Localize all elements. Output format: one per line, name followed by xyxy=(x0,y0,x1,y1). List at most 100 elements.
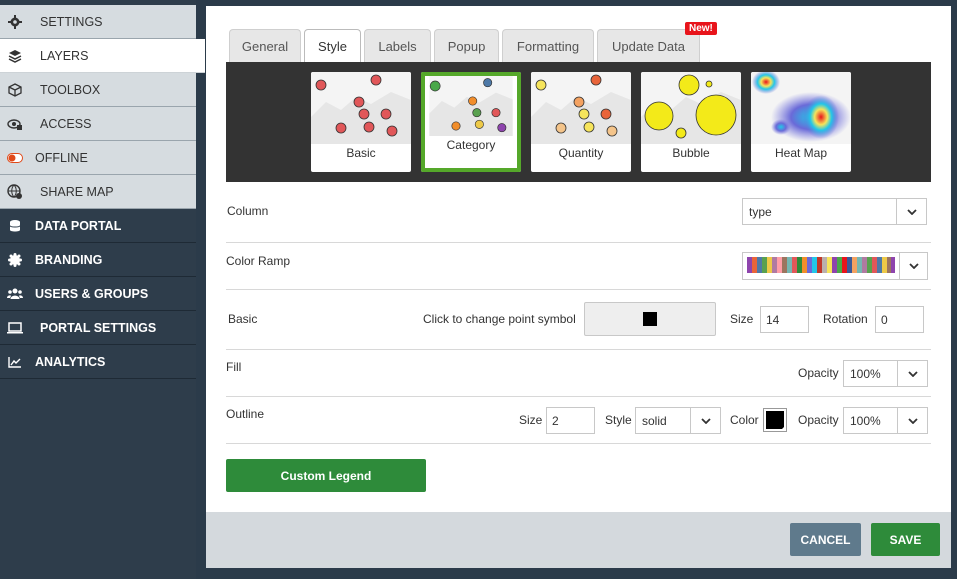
divider xyxy=(226,443,931,444)
divider xyxy=(226,242,931,243)
laptop-icon xyxy=(7,320,23,336)
tab-popup[interactable]: Popup xyxy=(434,29,499,62)
chevron-down-icon xyxy=(690,408,720,433)
tab-label: Popup xyxy=(447,38,486,54)
style-option-quantity[interactable]: Quantity xyxy=(531,72,631,172)
fill-opacity-value: 100% xyxy=(850,366,881,381)
basic-preview-image xyxy=(311,72,411,144)
point-symbol-button[interactable] xyxy=(584,302,716,336)
rotation-label: Rotation xyxy=(823,312,868,326)
outline-style-value: solid xyxy=(642,413,667,428)
outline-style-label: Style xyxy=(605,413,632,427)
sidebar-item-access[interactable]: ACCESS xyxy=(0,107,196,141)
outline-color-label: Color xyxy=(730,413,759,427)
divider xyxy=(226,349,931,350)
color-ramp-swatch xyxy=(743,253,899,280)
style-option-basic[interactable]: Basic xyxy=(311,72,411,172)
custom-legend-button[interactable]: Custom Legend xyxy=(226,459,426,492)
cancel-button[interactable]: CANCEL xyxy=(790,523,861,556)
divider xyxy=(226,289,931,290)
rotation-input[interactable]: 0 xyxy=(875,306,924,333)
fill-label: Fill xyxy=(226,360,242,374)
chevron-down-icon xyxy=(899,253,927,279)
tab-label: Labels xyxy=(378,38,417,54)
dropdown-corner-icon xyxy=(781,426,785,430)
badge-icon xyxy=(7,252,23,268)
sidebar-item-label: LAYERS xyxy=(40,48,89,63)
sidebar-item-toolbox[interactable]: TOOLBOX xyxy=(0,73,196,107)
chevron-down-icon xyxy=(897,408,927,433)
quantity-preview-image xyxy=(531,72,631,144)
basic-label: Basic xyxy=(228,312,258,326)
outline-opacity-label: Opacity xyxy=(798,413,839,427)
size-input[interactable]: 14 xyxy=(760,306,809,333)
sidebar-item-label: BRANDING xyxy=(35,252,103,267)
cube-icon xyxy=(7,82,23,98)
fill-opacity-label: Opacity xyxy=(798,366,839,380)
sidebar-item-data-portal[interactable]: DATA PORTAL xyxy=(0,209,196,243)
style-caption: Heat Map xyxy=(774,146,828,160)
outline-label: Outline xyxy=(226,407,265,421)
outline-opacity-value: 100% xyxy=(850,413,881,428)
sidebar-item-label: SETTINGS xyxy=(40,14,103,29)
fill-opacity-select[interactable]: 100% xyxy=(843,360,928,387)
sidebar-item-label: DATA PORTAL xyxy=(35,218,122,233)
sidebar-item-layers[interactable]: LAYERS xyxy=(0,39,206,73)
color-ramp-label: Color Ramp xyxy=(226,254,291,268)
sidebar-item-settings[interactable]: SETTINGS xyxy=(0,5,196,39)
sidebar-item-analytics[interactable]: ANALYTICS xyxy=(0,345,196,379)
heat-map-preview-image xyxy=(751,72,851,144)
save-button[interactable]: SAVE xyxy=(871,523,940,556)
sidebar-item-portal-settings[interactable]: PORTAL SETTINGS xyxy=(0,311,196,345)
bubble-preview-image xyxy=(641,72,741,144)
sidebar: SETTINGS LAYERS TOOLBOX ACCESS OFFLINE S… xyxy=(0,0,206,579)
sidebar-item-label: ACCESS xyxy=(40,116,92,131)
symbol-hint: Click to change point symbol xyxy=(423,312,576,326)
sidebar-item-label: OFFLINE xyxy=(35,150,88,165)
outline-style-select[interactable]: solid xyxy=(635,407,721,434)
sidebar-item-label: ANALYTICS xyxy=(35,354,106,369)
color-swatch-fill xyxy=(766,411,785,430)
style-caption: Basic xyxy=(346,146,376,160)
style-option-category[interactable]: Category xyxy=(421,72,521,172)
outline-size-label: Size xyxy=(519,413,543,427)
chevron-down-icon xyxy=(897,361,927,386)
sidebar-item-label: TOOLBOX xyxy=(40,82,101,97)
sidebar-item-users-groups[interactable]: USERS & GROUPS xyxy=(0,277,196,311)
sidebar-item-label: SHARE MAP xyxy=(40,184,114,199)
database-icon xyxy=(7,218,23,234)
outline-color-picker[interactable] xyxy=(763,408,787,432)
color-ramp-select[interactable] xyxy=(742,252,928,280)
sidebar-item-branding[interactable]: BRANDING xyxy=(0,243,196,277)
tab-style[interactable]: Style xyxy=(304,29,361,63)
color-ramp-gradient xyxy=(747,256,895,273)
style-option-heat-map[interactable]: Heat Map xyxy=(751,72,851,172)
style-option-bubble[interactable]: Bubble xyxy=(641,72,741,172)
new-badge: New! xyxy=(685,22,717,35)
outline-size-input[interactable]: 2 xyxy=(546,407,595,434)
divider xyxy=(226,396,931,397)
eye-lock-icon xyxy=(7,116,23,132)
tab-labels[interactable]: Labels xyxy=(364,29,431,62)
column-select[interactable]: type xyxy=(742,198,927,225)
chart-icon xyxy=(7,354,23,370)
tab-label: Update Data xyxy=(612,38,685,54)
share-globe-icon xyxy=(7,183,23,200)
size-label: Size xyxy=(730,312,754,326)
style-caption: Bubble xyxy=(672,146,710,160)
column-label: Column xyxy=(227,204,269,218)
sidebar-item-share-map[interactable]: SHARE MAP xyxy=(0,175,196,209)
tab-general[interactable]: General xyxy=(229,29,301,62)
category-preview-image xyxy=(429,76,513,136)
users-icon xyxy=(7,286,23,302)
sidebar-item-label: USERS & GROUPS xyxy=(35,286,149,301)
tab-label: Style xyxy=(318,39,347,54)
outline-opacity-select[interactable]: 100% xyxy=(843,407,928,434)
style-caption: Quantity xyxy=(558,146,604,160)
style-caption: Category xyxy=(446,138,496,152)
sidebar-item-offline[interactable]: OFFLINE xyxy=(0,141,196,175)
tab-formatting[interactable]: Formatting xyxy=(502,29,594,62)
tab-label: General xyxy=(241,38,289,54)
gear-icon xyxy=(7,14,23,30)
column-value: type xyxy=(749,204,772,219)
